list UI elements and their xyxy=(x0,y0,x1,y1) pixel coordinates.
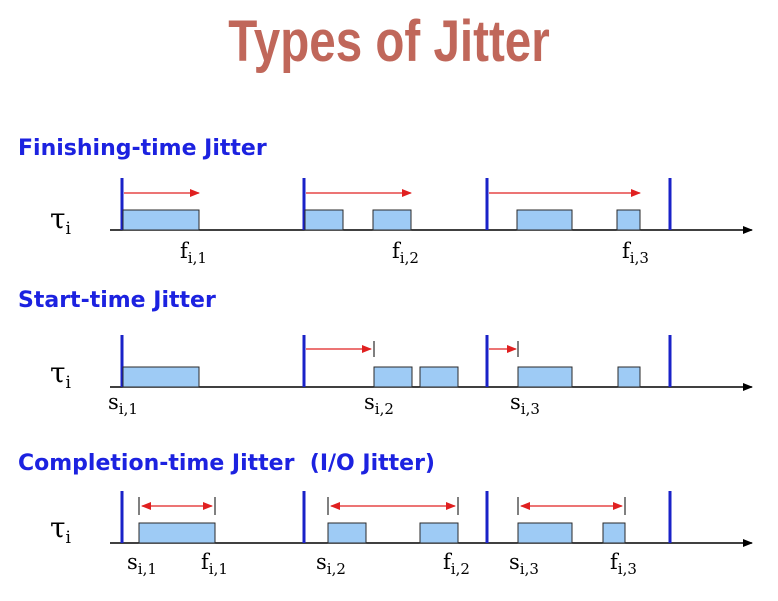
start-time-label: si,1 xyxy=(127,550,157,578)
task-label: τi xyxy=(50,511,72,548)
job-execution-block xyxy=(516,209,573,231)
task-label: τi xyxy=(50,356,72,393)
job-execution-block xyxy=(327,522,367,544)
job-execution-block xyxy=(138,522,216,544)
job-execution-block xyxy=(517,522,573,544)
start-time-label: si,3 xyxy=(509,550,539,578)
finish-time-label: fi,3 xyxy=(622,239,649,267)
finish-time-label: fi,1 xyxy=(180,239,207,267)
job-execution-block xyxy=(373,366,413,388)
start-time-timeline: τi si,1 si,2 si,3 xyxy=(50,335,753,418)
finish-time-label: fi,2 xyxy=(443,550,470,578)
finish-time-label: fi,2 xyxy=(392,239,419,267)
job-execution-block xyxy=(122,366,200,388)
start-time-label: si,2 xyxy=(364,390,394,418)
start-time-label: si,2 xyxy=(316,550,346,578)
job-execution-block xyxy=(517,366,573,388)
finishing-time-timeline: τi fi,1 fi,2 fi,3 xyxy=(50,178,753,267)
job-execution-block xyxy=(372,209,412,231)
job-execution-block xyxy=(419,366,459,388)
start-time-label: si,3 xyxy=(510,390,540,418)
finish-time-label: fi,3 xyxy=(610,550,637,578)
completion-time-timeline: τi si,1 fi,1 si,2 fi,2 si,3 fi,3 xyxy=(50,491,753,578)
finish-time-label: fi,1 xyxy=(201,550,228,578)
task-label: τi xyxy=(50,202,72,239)
job-execution-block xyxy=(304,209,344,231)
job-execution-block xyxy=(122,209,200,231)
jitter-diagram: τi fi,1 fi,2 fi,3 τi si,1 si,2 si,3 τi s… xyxy=(50,178,753,578)
start-time-label: si,1 xyxy=(108,390,138,418)
job-execution-block xyxy=(616,209,641,231)
job-execution-block xyxy=(617,366,641,388)
job-execution-block xyxy=(602,522,626,544)
job-execution-block xyxy=(419,522,459,544)
